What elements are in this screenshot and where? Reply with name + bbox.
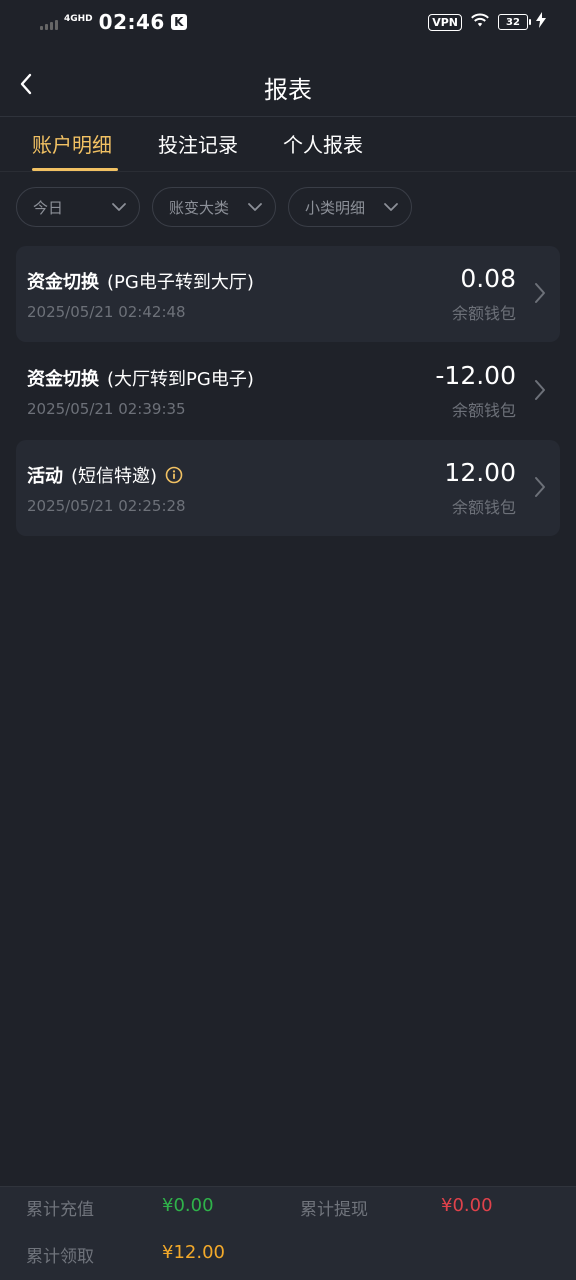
tab-bet-records[interactable]: 投注记录 bbox=[158, 129, 238, 169]
tab-account-details[interactable]: 账户明细 bbox=[32, 129, 112, 169]
report-page: 4GHD 02:46 K VPN 32 报表 账户明细 投注记录 个人报表 今日… bbox=[0, 0, 576, 1280]
total-recharge-value: ¥0.00 bbox=[162, 1195, 214, 1216]
chevron-down-icon bbox=[111, 202, 127, 212]
total-claim-label: 累计领取 bbox=[26, 1247, 94, 1267]
record-wallet: 余额钱包 bbox=[451, 401, 516, 420]
record-amount: 0.08 bbox=[460, 264, 516, 293]
status-right: VPN 32 bbox=[428, 12, 546, 32]
date-filter-label: 今日 bbox=[33, 198, 64, 217]
signal-icon bbox=[40, 14, 58, 30]
date-filter-dropdown[interactable]: 今日 bbox=[16, 187, 140, 227]
total-withdraw-value: ¥0.00 bbox=[441, 1195, 493, 1216]
summary-footer: 累计充值 ¥0.00 累计提现 ¥0.00 累计领取 ¥12.00 bbox=[0, 1186, 576, 1280]
record-time: 2025/05/21 02:25:28 bbox=[27, 497, 186, 515]
record-item[interactable]: 资金切换 (PG电子转到大厅) 2025/05/21 02:42:48 0.08… bbox=[16, 246, 560, 342]
bolt-icon bbox=[536, 12, 546, 32]
wifi-icon bbox=[470, 12, 490, 32]
page-header: 报表 bbox=[0, 56, 576, 116]
record-amount: 12.00 bbox=[444, 458, 516, 487]
record-title: 活动 (短信特邀) bbox=[27, 462, 183, 488]
page-title: 报表 bbox=[264, 76, 312, 104]
tab-personal-report[interactable]: 个人报表 bbox=[283, 129, 363, 169]
record-wallet: 余额钱包 bbox=[451, 304, 516, 323]
record-time: 2025/05/21 02:39:35 bbox=[27, 400, 186, 418]
chevron-right-icon bbox=[534, 476, 546, 498]
vpn-badge: VPN bbox=[428, 13, 462, 31]
network-type: 4GHD bbox=[64, 13, 93, 24]
total-recharge-label: 累计充值 bbox=[26, 1200, 94, 1220]
app-badge-icon: K bbox=[170, 14, 187, 30]
chevron-right-icon bbox=[534, 379, 546, 401]
battery-indicator: 32 bbox=[498, 14, 531, 30]
subcategory-filter-dropdown[interactable]: 小类明细 bbox=[288, 187, 412, 227]
info-circle-icon[interactable] bbox=[165, 466, 183, 484]
chevron-down-icon bbox=[383, 202, 399, 212]
clock: 02:46 bbox=[98, 10, 165, 34]
tab-bar: 账户明细 投注记录 个人报表 bbox=[0, 117, 576, 171]
status-bar: 4GHD 02:46 K VPN 32 bbox=[0, 0, 576, 44]
chevron-down-icon bbox=[247, 202, 263, 212]
chevron-right-icon bbox=[534, 282, 546, 304]
record-title: 资金切换 (PG电子转到大厅) bbox=[27, 268, 254, 294]
record-detail: (短信特邀) bbox=[71, 466, 158, 487]
record-wallet: 余额钱包 bbox=[451, 498, 516, 517]
record-title: 资金切换 (大厅转到PG电子) bbox=[27, 365, 254, 391]
record-item[interactable]: 资金切换 (大厅转到PG电子) 2025/05/21 02:39:35 -12.… bbox=[16, 343, 560, 439]
subcategory-filter-label: 小类明细 bbox=[305, 198, 366, 217]
record-type: 资金切换 bbox=[27, 272, 99, 293]
tabs-divider bbox=[0, 171, 576, 172]
total-withdraw-label: 累计提现 bbox=[300, 1200, 368, 1220]
record-detail: (PG电子转到大厅) bbox=[107, 272, 254, 293]
record-type: 活动 bbox=[27, 466, 63, 487]
record-type: 资金切换 bbox=[27, 369, 99, 390]
record-amount: -12.00 bbox=[435, 361, 516, 390]
record-time: 2025/05/21 02:42:48 bbox=[27, 303, 186, 321]
category-filter-label: 账变大类 bbox=[169, 198, 230, 217]
status-left: 4GHD 02:46 K bbox=[40, 10, 187, 34]
record-detail: (大厅转到PG电子) bbox=[107, 369, 254, 390]
record-item[interactable]: 活动 (短信特邀) 2025/05/21 02:25:28 12.00 余额钱包 bbox=[16, 440, 560, 536]
category-filter-dropdown[interactable]: 账变大类 bbox=[152, 187, 276, 227]
total-claim-value: ¥12.00 bbox=[162, 1242, 225, 1263]
filter-bar: 今日 账变大类 小类明细 bbox=[16, 187, 412, 227]
